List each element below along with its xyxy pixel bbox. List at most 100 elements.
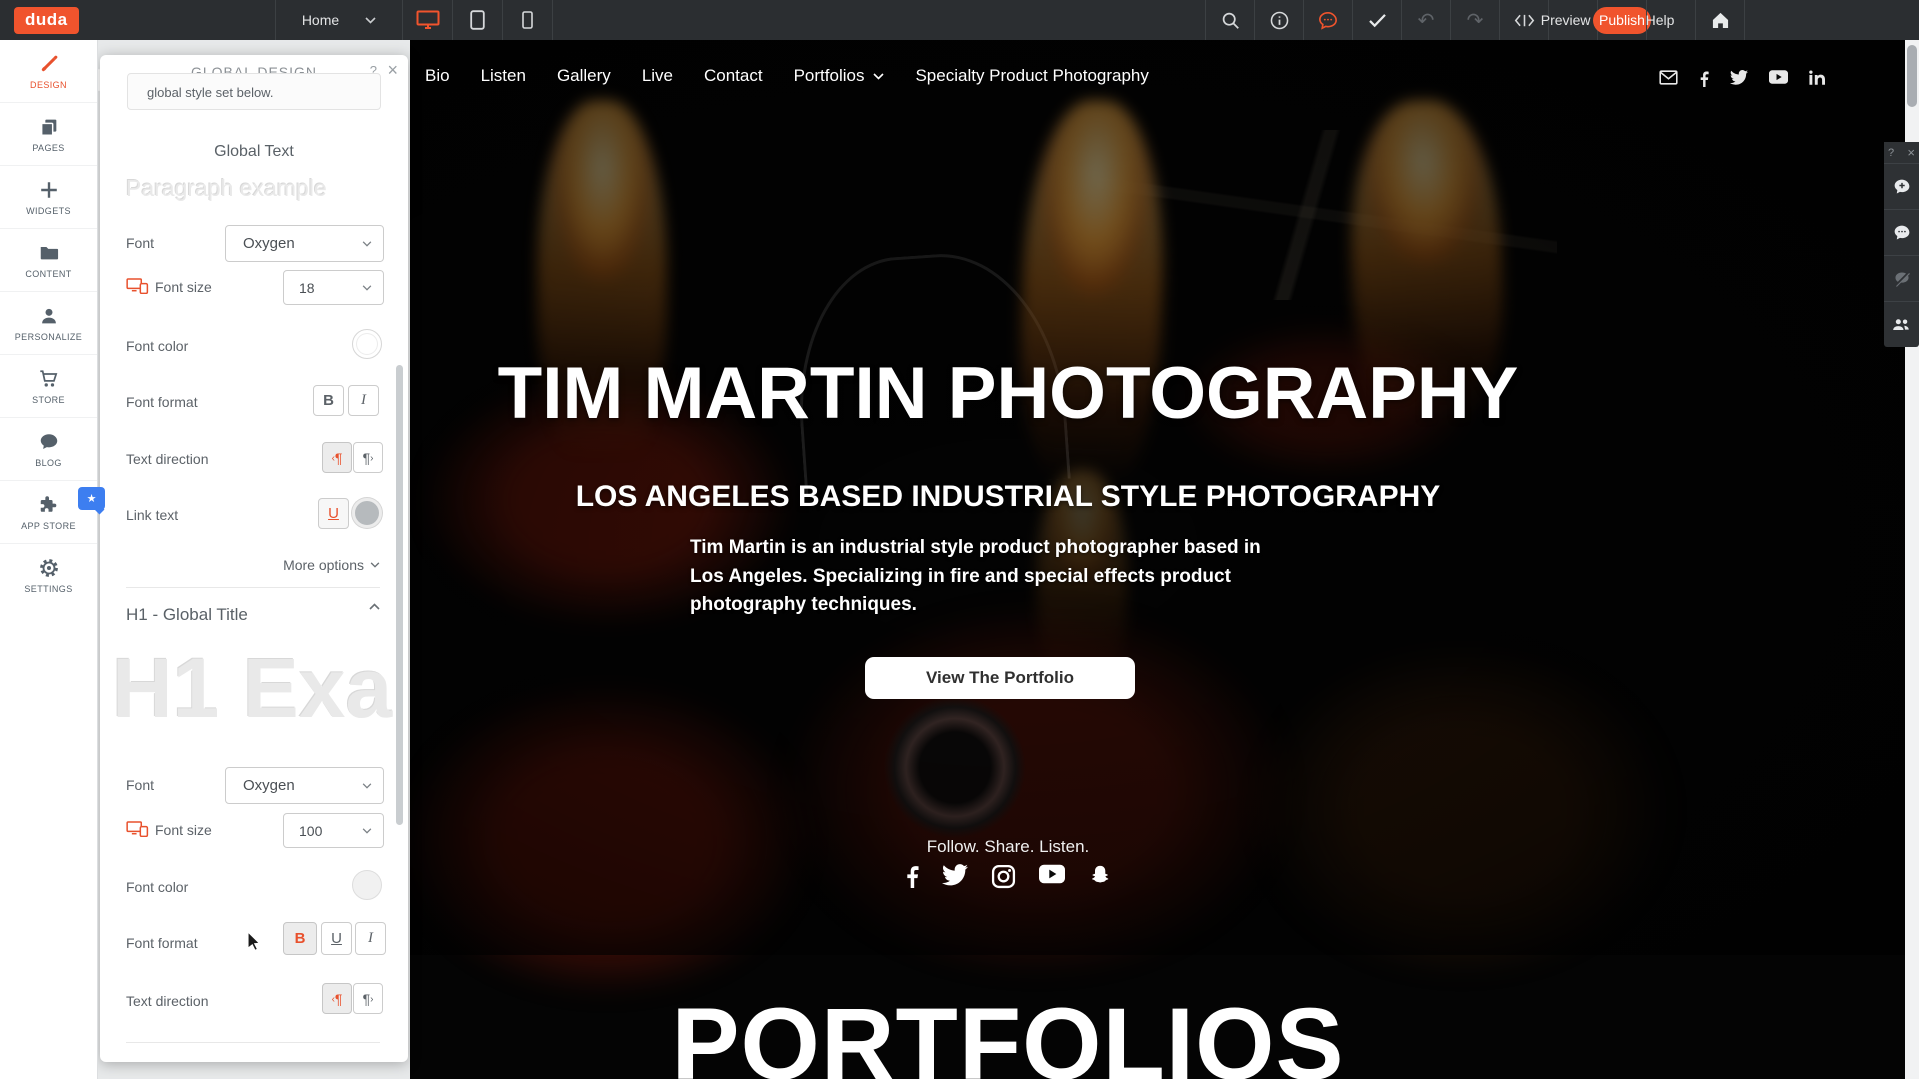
nav-item-specialty[interactable]: Specialty Product Photography [915, 66, 1148, 86]
facebook-icon[interactable] [1699, 70, 1709, 87]
more-options-label: More options [283, 557, 364, 573]
sidebar-item-pages[interactable]: PAGES [0, 103, 97, 166]
app-store-notification-badge[interactable]: ★ [78, 487, 105, 510]
sidebar-item-content[interactable]: CONTENT [0, 229, 97, 292]
h1-example-preview: H1 Example [112, 640, 400, 750]
global-design-panel: GLOBAL DESIGN ? × global style set below… [100, 55, 408, 1062]
font-size-label: Font size [155, 822, 212, 838]
h1-font-select[interactable]: Oxygen [225, 767, 384, 804]
desktop-view-button[interactable] [402, 0, 452, 40]
font-color-swatch[interactable] [352, 329, 382, 359]
sidebar-item-blog[interactable]: BLOG [0, 418, 97, 481]
font-size-select[interactable]: 18 [283, 270, 384, 305]
person-icon [38, 305, 60, 327]
sidebar-item-label: WIDGETS [26, 206, 71, 216]
preview-button[interactable]: Preview ▶ [1548, 0, 1597, 40]
nav-item-bio[interactable]: Bio [425, 66, 450, 86]
view-portfolio-button[interactable]: View The Portfolio [865, 657, 1135, 699]
sidebar-item-label: SETTINGS [24, 584, 72, 594]
check-icon [1368, 13, 1387, 28]
help-dropdown[interactable]: Help [1646, 0, 1695, 40]
panel-close-button[interactable]: × [387, 60, 398, 81]
link-underline-button[interactable]: U [318, 498, 349, 529]
search-icon [1221, 11, 1240, 30]
nav-item-live[interactable]: Live [642, 66, 673, 86]
mobile-icon [522, 11, 533, 29]
undo-button[interactable]: ↶ [1401, 0, 1450, 40]
text-direction-rtl-button[interactable]: ‹¶ [322, 442, 352, 473]
redo-button[interactable]: ↷ [1450, 0, 1499, 40]
sidebar-item-settings[interactable]: SETTINGS [0, 544, 97, 606]
dashboard-home-button[interactable] [1695, 0, 1745, 40]
collab-help-button[interactable]: ? [1888, 147, 1894, 159]
h1-underline-button[interactable]: U [321, 922, 352, 955]
linkedin-icon[interactable] [1809, 70, 1825, 87]
sidebar-item-store[interactable]: STORE [0, 355, 97, 418]
snapchat-icon[interactable] [1088, 864, 1112, 889]
text-direction-label: Text direction [126, 993, 208, 1009]
h1-text-direction-ltr-button[interactable]: ¶› [353, 983, 383, 1014]
save-check-button[interactable] [1352, 0, 1401, 40]
italic-button[interactable]: I [348, 385, 379, 416]
page-selector-dropdown[interactable]: Home [275, 0, 402, 40]
text-direction-ltr-button[interactable]: ¶› [353, 442, 383, 473]
feedback-button[interactable] [1303, 0, 1352, 40]
font-color-label: Font color [126, 879, 188, 895]
puzzle-icon [38, 494, 60, 516]
font-select[interactable]: Oxygen [225, 225, 384, 262]
collaborators-button[interactable] [1884, 301, 1919, 347]
chevron-down-icon [362, 828, 372, 834]
help-label: Help [1646, 12, 1675, 28]
link-color-swatch[interactable] [352, 498, 382, 528]
sidebar-item-widgets[interactable]: WIDGETS [0, 166, 97, 229]
bold-button[interactable]: B [313, 385, 344, 416]
site-header-social [1659, 70, 1825, 87]
h1-font-size-select[interactable]: 100 [283, 813, 384, 848]
sidebar-item-personalize[interactable]: PERSONALIZE [0, 292, 97, 355]
text-direction-label: Text direction [126, 451, 208, 467]
home-icon [1711, 11, 1730, 29]
publish-button[interactable]: Publish [1593, 7, 1651, 34]
star-icon: ★ [87, 492, 97, 505]
search-button[interactable] [1205, 0, 1254, 40]
info-button[interactable] [1254, 0, 1303, 40]
instagram-icon[interactable] [991, 864, 1016, 889]
more-options-link[interactable]: More options [283, 557, 380, 573]
nav-item-gallery[interactable]: Gallery [557, 66, 611, 86]
global-text-section-title: Global Text [100, 143, 408, 161]
pilcrow-glyph: ¶ [335, 991, 343, 1007]
mobile-view-button[interactable] [502, 0, 553, 40]
add-comment-button[interactable] [1884, 163, 1919, 209]
panel-scrollbar[interactable] [396, 365, 403, 825]
page-scrollbar-thumb[interactable] [1907, 45, 1917, 107]
facebook-icon[interactable] [905, 864, 919, 889]
responsive-devices-icon [126, 278, 149, 294]
twitter-icon[interactable] [1730, 70, 1748, 87]
code-icon [1514, 13, 1535, 28]
hide-comments-button[interactable] [1884, 255, 1919, 301]
h1-bold-button[interactable]: B [283, 922, 317, 955]
youtube-icon[interactable] [1039, 864, 1065, 889]
collab-close-button[interactable]: × [1907, 145, 1915, 160]
arrow-right-glyph: › [370, 453, 373, 464]
chat-bubble-icon [1318, 11, 1338, 30]
comments-button[interactable] [1884, 209, 1919, 255]
editor-sidebar: DESIGN PAGES WIDGETS CONTENT PERSONALIZE… [0, 40, 98, 1079]
h1-collapse-button[interactable] [369, 603, 380, 610]
nav-item-listen[interactable]: Listen [481, 66, 526, 86]
h1-italic-button[interactable]: I [355, 922, 386, 955]
publish-cell: Publish [1597, 0, 1646, 40]
folder-icon [38, 242, 60, 264]
duda-logo[interactable]: duda [14, 7, 79, 34]
nav-item-portfolios[interactable]: Portfolios [794, 66, 885, 86]
email-icon[interactable] [1659, 70, 1678, 87]
youtube-icon[interactable] [1769, 70, 1788, 87]
h1-text-direction-rtl-button[interactable]: ‹¶ [322, 983, 352, 1014]
design-brush-icon [38, 53, 60, 75]
h1-font-color-swatch[interactable] [352, 870, 382, 900]
sidebar-item-design[interactable]: DESIGN [0, 40, 97, 103]
twitter-icon[interactable] [942, 864, 968, 889]
tablet-view-button[interactable] [452, 0, 502, 40]
font-color-label: Font color [126, 338, 188, 354]
nav-item-contact[interactable]: Contact [704, 66, 763, 86]
